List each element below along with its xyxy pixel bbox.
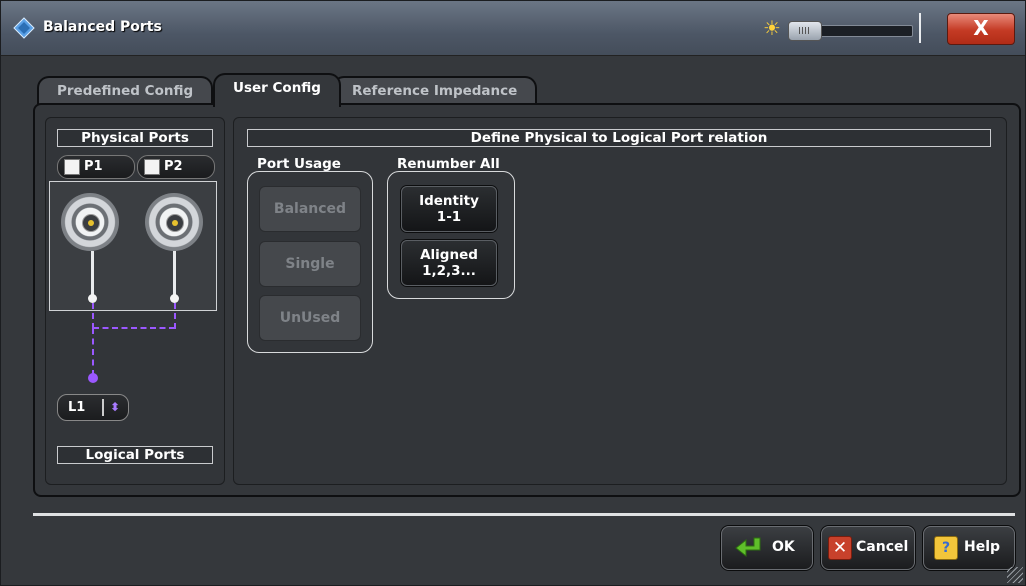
port-p1-wire	[91, 251, 94, 297]
spinner-arrows-icon[interactable]: ⬍	[110, 395, 120, 420]
spinner-separator	[102, 399, 104, 416]
logical-port-node	[88, 373, 98, 383]
checkbox-icon	[144, 159, 160, 175]
port-usage-label: Port Usage	[257, 156, 341, 172]
app-logo-icon	[13, 17, 35, 39]
link-line-p2	[174, 303, 176, 329]
unused-button[interactable]: UnUsed	[259, 295, 361, 341]
brightness-slider[interactable]	[788, 21, 913, 41]
port-p2-wire	[173, 251, 176, 297]
help-label: Help	[964, 539, 1001, 555]
help-icon: ?	[934, 536, 958, 560]
help-button[interactable]: ? Help	[923, 526, 1015, 570]
logical-ports-header: Logical Ports	[57, 446, 213, 464]
tab-reference-impedance[interactable]: Reference Impedance	[332, 76, 538, 104]
balanced-button[interactable]: Balanced	[259, 186, 361, 232]
port-relation-header: Define Physical to Logical Port relation	[247, 129, 991, 147]
logical-port-spinner[interactable]: L1 ⬍	[57, 394, 129, 421]
port-p2-label: P2	[164, 159, 183, 174]
physical-ports-header: Physical Ports	[57, 129, 213, 147]
port-connector-p1-icon[interactable]	[61, 193, 119, 251]
aligned-button-line1: Aligned	[420, 247, 478, 263]
renumber-all-label: Renumber All	[397, 156, 500, 172]
balanced-ports-dialog: Balanced Ports ☀ X Predefined Config Use…	[0, 0, 1026, 586]
connector-core	[82, 214, 100, 232]
connector-core	[166, 214, 184, 232]
identity-button-line2: 1-1	[436, 209, 462, 225]
footer-divider	[33, 513, 1015, 516]
close-button[interactable]: X	[947, 13, 1015, 45]
link-line-p1	[92, 303, 94, 329]
port-p1-checkbox[interactable]: P1	[57, 155, 135, 179]
ok-arrow-icon	[735, 537, 761, 558]
cancel-button[interactable]: ✕ Cancel	[821, 526, 915, 570]
port-p1-label: P1	[84, 159, 103, 174]
port-connector-p2-icon[interactable]	[145, 193, 203, 251]
port-p1-node	[88, 294, 97, 303]
cancel-label: Cancel	[856, 539, 909, 555]
identity-button-line1: Identity	[419, 193, 479, 209]
brightness-icon: ☀	[763, 16, 781, 40]
link-line-horizontal	[93, 327, 175, 329]
tab-user-config[interactable]: User Config	[213, 73, 341, 107]
resize-grip-icon[interactable]	[1007, 567, 1023, 583]
ok-label: OK	[772, 539, 795, 555]
title-separator	[919, 13, 921, 43]
ok-button[interactable]: OK	[721, 526, 813, 570]
connector-pin	[88, 220, 94, 226]
aligned-button-line2: 1,2,3...	[422, 263, 476, 279]
window-title: Balanced Ports	[43, 19, 162, 35]
title-bar[interactable]: Balanced Ports ☀ X	[1, 1, 1025, 56]
identity-button[interactable]: Identity 1-1	[401, 186, 497, 232]
cancel-x-icon: ✕	[828, 536, 852, 560]
link-line-logical	[92, 328, 94, 376]
connector-pin	[172, 220, 178, 226]
logical-port-value: L1	[68, 400, 86, 415]
port-p2-checkbox[interactable]: P2	[137, 155, 215, 179]
aligned-button[interactable]: Aligned 1,2,3...	[401, 240, 497, 286]
single-button[interactable]: Single	[259, 241, 361, 287]
checkbox-icon	[64, 159, 80, 175]
brightness-slider-thumb[interactable]	[788, 21, 822, 41]
close-icon: X	[973, 16, 989, 40]
port-p2-node	[170, 294, 179, 303]
tab-predefined-config[interactable]: Predefined Config	[37, 76, 214, 104]
